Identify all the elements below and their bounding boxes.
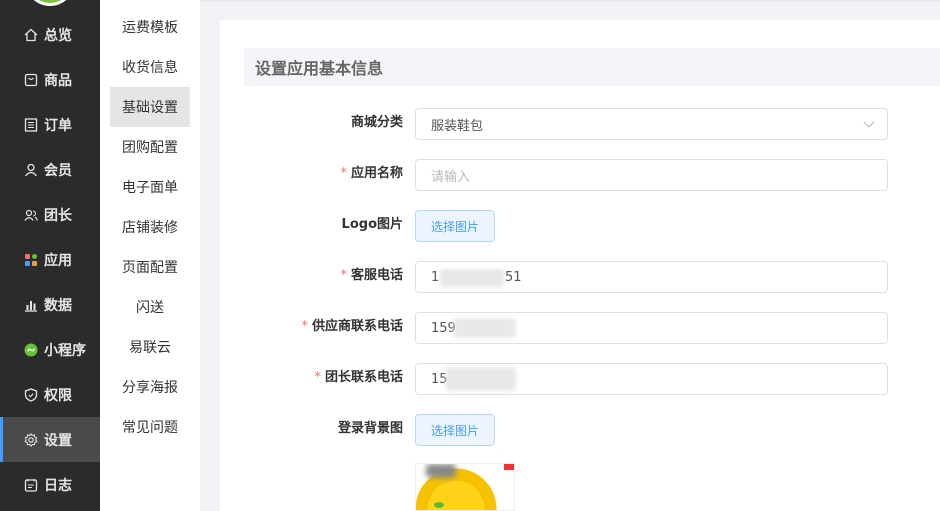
section-title: 设置应用基本信息 xyxy=(244,48,940,86)
nav-item-label: 权限 xyxy=(44,387,72,404)
submenu-item-share-poster[interactable]: 分享海报 xyxy=(110,367,190,407)
required-mark: * xyxy=(301,319,308,334)
nav-item-settings[interactable]: 设置 xyxy=(0,417,100,462)
nav-item-label: 设置 xyxy=(44,432,72,449)
nav-item-apps[interactable]: 应用 xyxy=(0,237,100,282)
logo-select-image-button[interactable]: 选择图片 xyxy=(415,210,495,242)
submenu-item-shipping-template[interactable]: 运费模板 xyxy=(110,7,190,47)
gear-icon xyxy=(23,432,38,447)
category-select[interactable]: 服装鞋包 xyxy=(415,108,888,140)
app-logo xyxy=(25,0,75,6)
log-icon xyxy=(23,477,38,492)
nav-item-data[interactable]: 数据 xyxy=(0,282,100,327)
nav-item-overview[interactable]: 总览 xyxy=(0,12,100,57)
nav-item-label: 日志 xyxy=(44,477,72,494)
shield-icon xyxy=(23,387,38,402)
service-phone-prefix: 1 xyxy=(431,269,440,285)
redacted-blur xyxy=(440,269,504,287)
nav-item-logs[interactable]: 日志 xyxy=(0,462,100,507)
submenu-item-store-decoration[interactable]: 店铺装修 xyxy=(110,207,190,247)
supplier-phone-input[interactable]: 159 xyxy=(415,312,888,344)
supplier-phone-prefix: 159 xyxy=(431,320,456,336)
logo-label: Logo图片 xyxy=(341,217,403,232)
user-icon xyxy=(23,162,38,177)
nav-item-members[interactable]: 会员 xyxy=(0,147,100,192)
required-mark: * xyxy=(340,166,347,181)
nav-item-leaders[interactable]: 团长 xyxy=(0,192,100,237)
submenu-item-e-waybill[interactable]: 电子面单 xyxy=(110,167,190,207)
submenu-item-basic-settings[interactable]: 基础设置 xyxy=(110,87,190,127)
main-sidebar: 总览 商品 订单 会员 团长 应用 数据 小程序 权限 设置 日志 xyxy=(0,0,100,511)
category-label: 商城分类 xyxy=(350,115,403,130)
apps-grid-icon xyxy=(23,252,38,267)
product-box-icon xyxy=(23,72,38,87)
submenu-item-yilianyun[interactable]: 易联云 xyxy=(110,327,190,367)
nav-item-label: 会员 xyxy=(44,162,72,179)
submenu-item-receiving-info[interactable]: 收货信息 xyxy=(110,47,190,87)
nav-item-label: 商品 xyxy=(44,72,72,89)
basic-settings-card: 设置应用基本信息 商城分类 服装鞋包 * 应用名称 请输入 Logo图片 选择图片… xyxy=(220,20,940,511)
settings-submenu: 运费模板 收货信息 基础设置 团购配置 电子面单 店铺装修 页面配置 闪送 易联… xyxy=(100,0,200,511)
nav-item-label: 团长 xyxy=(44,207,72,224)
bar-chart-icon xyxy=(23,297,38,312)
home-icon xyxy=(23,27,38,42)
nav-item-label: 总览 xyxy=(44,27,72,44)
redacted-blur xyxy=(454,318,516,338)
chevron-down-icon xyxy=(863,116,875,128)
nav-item-label: 应用 xyxy=(44,252,72,269)
mini-program-icon xyxy=(23,342,38,357)
top-shadow xyxy=(200,0,940,3)
login-bg-select-image-button[interactable]: 选择图片 xyxy=(415,414,495,446)
submenu-item-faq[interactable]: 常见问题 xyxy=(110,407,190,447)
nav-item-mini-program[interactable]: 小程序 xyxy=(0,327,100,372)
service-phone-input[interactable]: 1 51 xyxy=(415,261,888,293)
nav-item-permissions[interactable]: 权限 xyxy=(0,372,100,417)
app-name-input[interactable]: 请输入 xyxy=(415,159,888,191)
submenu-item-page-config[interactable]: 页面配置 xyxy=(110,247,190,287)
redacted-blur xyxy=(446,367,516,391)
submenu-item-group-buy-config[interactable]: 团购配置 xyxy=(110,127,190,167)
nav-item-label: 数据 xyxy=(44,297,72,314)
required-mark: * xyxy=(314,370,321,385)
service-phone-label: * 客服电话 xyxy=(340,268,403,283)
app-name-placeholder: 请输入 xyxy=(431,169,471,185)
submenu-item-flash-delivery[interactable]: 闪送 xyxy=(110,287,190,327)
nav-item-label: 订单 xyxy=(44,117,72,134)
service-phone-suffix: 51 xyxy=(505,269,522,285)
nav-item-label: 小程序 xyxy=(44,342,86,359)
category-select-value: 服装鞋包 xyxy=(431,118,484,134)
required-mark: * xyxy=(340,268,347,283)
users-icon xyxy=(23,207,38,222)
supplier-phone-label: * 供应商联系电话 xyxy=(301,319,403,334)
login-bg-thumbnail xyxy=(415,463,515,511)
leader-phone-input[interactable]: 15 xyxy=(415,363,888,395)
nav-item-orders[interactable]: 订单 xyxy=(0,102,100,147)
order-list-icon xyxy=(23,117,38,132)
leader-phone-label: * 团长联系电话 xyxy=(314,370,403,385)
login-bg-label: 登录背景图 xyxy=(337,421,403,436)
nav-item-products[interactable]: 商品 xyxy=(0,57,100,102)
app-name-label: * 应用名称 xyxy=(340,166,403,181)
